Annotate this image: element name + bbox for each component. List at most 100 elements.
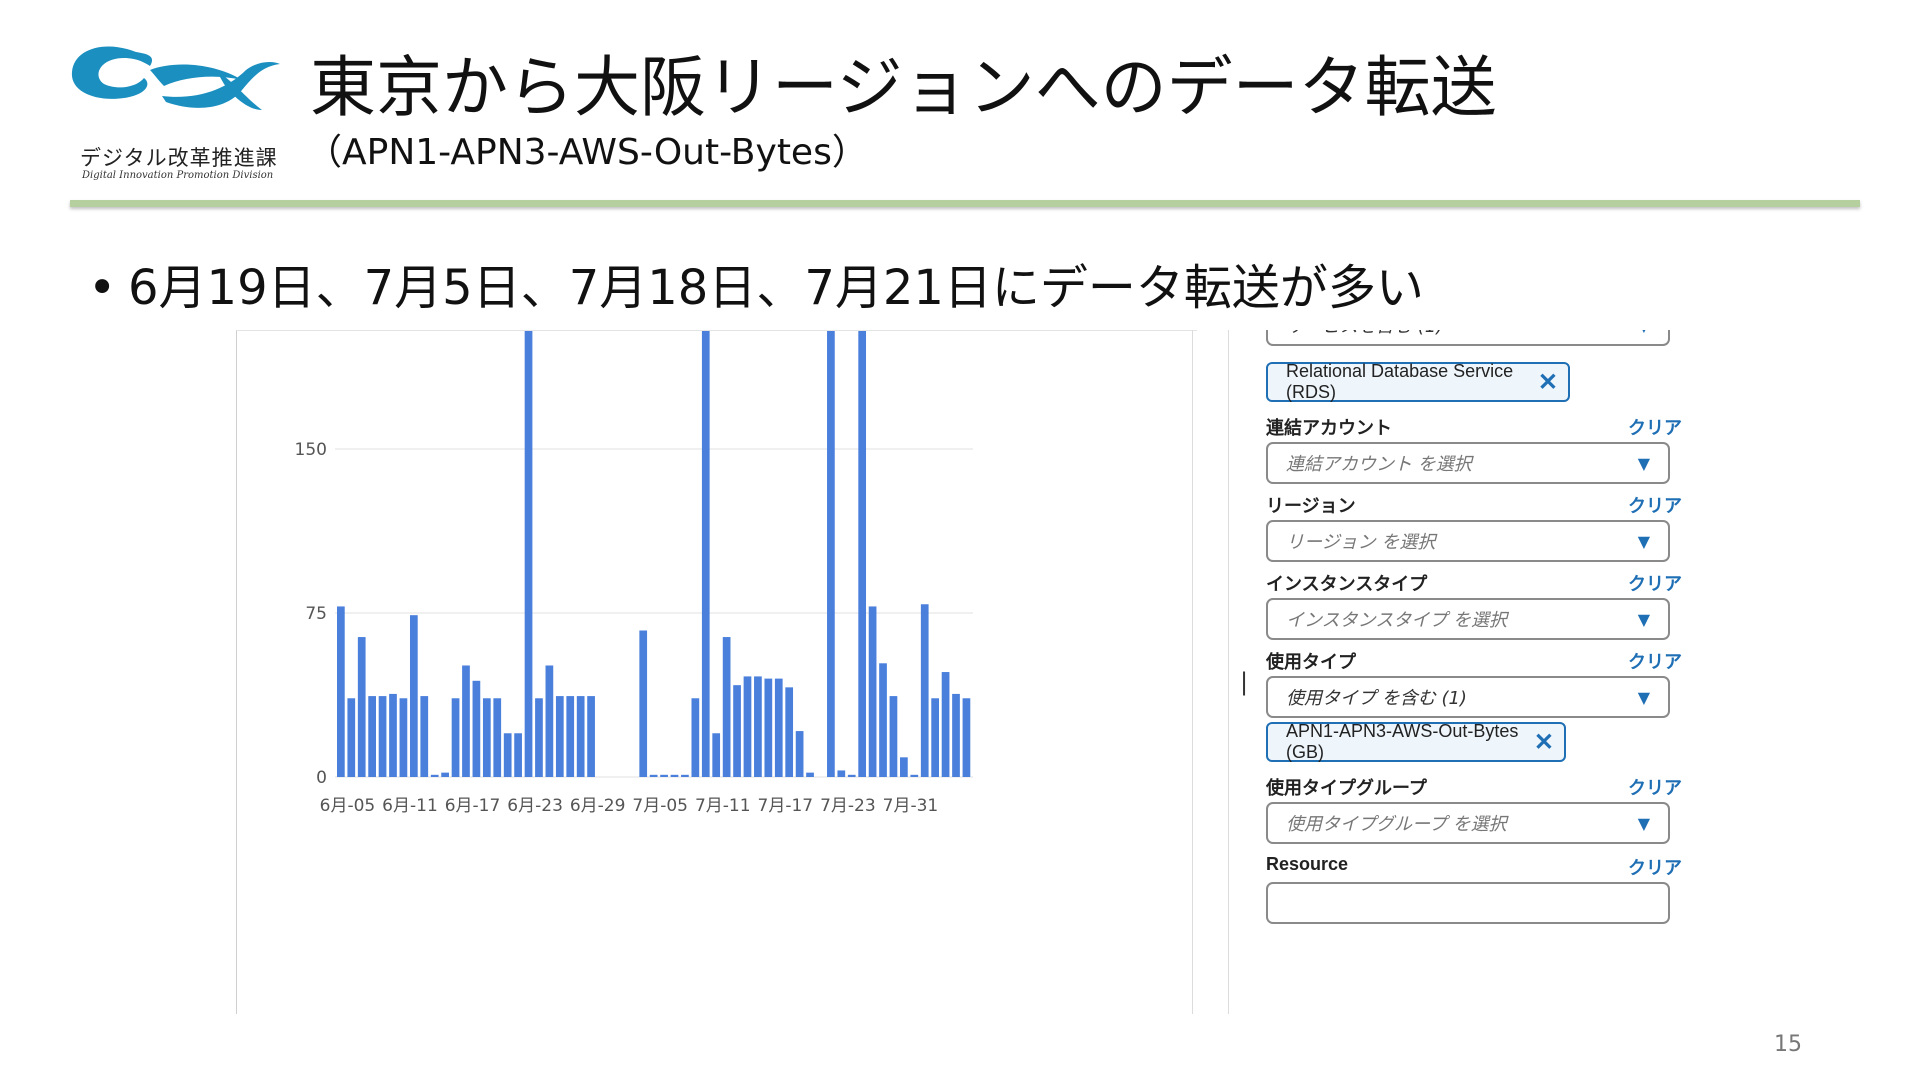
usage-type-value: 使用タイプ を含む (1): [1286, 688, 1467, 709]
bar: [681, 774, 689, 777]
x-tick-label: 6月-23: [507, 796, 563, 816]
header-divider: [70, 200, 1860, 207]
clear-instance-type-button[interactable]: クリア: [1628, 570, 1682, 596]
bar: [482, 698, 491, 777]
bar: [920, 604, 929, 777]
bar: [858, 330, 867, 777]
usage-type-group-placeholder: 使用タイプグループ を選択: [1286, 814, 1507, 835]
bar: [639, 630, 648, 777]
bar: [430, 774, 439, 777]
page-title: 東京から大阪リージョンへのデータ転送: [310, 49, 1497, 126]
bar: [566, 696, 575, 777]
instance-type-placeholder: インスタンスタイプ を選択: [1286, 610, 1508, 631]
bar: [722, 637, 731, 777]
filter-label-instance-type: インスタンスタイプ: [1266, 574, 1428, 595]
bar: [378, 696, 387, 777]
x-tick-label: 6月-05: [320, 796, 376, 816]
bar: [368, 696, 376, 777]
y-tick-label: 0: [316, 768, 327, 788]
bullet-point: • 6月19日、7月5日、7月18日、7月21日にデータ転送が多い: [88, 248, 1424, 318]
instance-type-select[interactable]: インスタンスタイプ を選択 ▼: [1266, 598, 1670, 640]
dropdown-arrow-icon: ▼: [1637, 610, 1650, 629]
dropdown-arrow-icon: ▼: [1637, 532, 1650, 551]
dropdown-arrow-icon: ▼: [1637, 814, 1650, 833]
filter-label-usage-type-group: 使用タイプグループ: [1266, 778, 1427, 799]
service-chip-label: Relational Database Service (RDS): [1286, 361, 1514, 402]
x-tick-label: 7月-05: [632, 796, 688, 816]
dropdown-arrow-icon: ▼: [1638, 330, 1650, 335]
service-select[interactable]: サービスを含む (1) ▼: [1266, 330, 1670, 346]
clear-resource-button[interactable]: クリア: [1628, 854, 1682, 880]
bar: [900, 757, 908, 777]
filter-label-resource: Resource: [1266, 854, 1349, 874]
bar: [879, 663, 887, 777]
bar: [733, 685, 741, 777]
bar: [472, 680, 481, 777]
x-tick-label: 7月-23: [820, 796, 876, 816]
bar: [555, 696, 564, 777]
x-tick-label: 7月-11: [695, 796, 751, 816]
usage-type-select[interactable]: 使用タイプ を含む (1) ▼: [1266, 676, 1670, 718]
y-tick-label: 150: [295, 440, 327, 460]
region-select[interactable]: リージョン を選択 ▼: [1266, 520, 1670, 562]
embedded-screenshot: 0751502256月-056月-116月-176月-236月-297月-057…: [236, 330, 1690, 1014]
page-subtitle: （APN1-APN3-AWS-Out-Bytes）: [306, 132, 868, 173]
usage-chip-label: APN1-APN3-AWS-Out-Bytes (GB): [1286, 721, 1519, 762]
bar: [420, 696, 429, 777]
page-number: 15: [1774, 1032, 1802, 1057]
x-tick-label: 6月-29: [570, 796, 626, 816]
bar: [827, 330, 835, 777]
bar: [451, 698, 460, 777]
service-filter-chip[interactable]: Relational Database Service (RDS) ✕: [1266, 361, 1570, 402]
bar: [847, 774, 856, 777]
logo-subtext: Digital Innovation Promotion Division: [82, 170, 274, 181]
bar: [764, 678, 773, 777]
clear-region-button[interactable]: クリア: [1628, 492, 1682, 518]
resource-select[interactable]: [1266, 882, 1670, 924]
bar: [774, 678, 783, 777]
filter-label-usage-type: 使用タイプ: [1266, 652, 1356, 673]
bar: [357, 637, 366, 777]
usage-type-filter-chip[interactable]: APN1-APN3-AWS-Out-Bytes (GB) ✕: [1266, 721, 1566, 762]
bullet-dot-icon: •: [88, 260, 117, 316]
dropdown-arrow-icon: ▼: [1637, 454, 1650, 473]
bar: [743, 676, 752, 777]
bar: [587, 696, 595, 777]
filter-label-region: リージョン: [1266, 496, 1356, 517]
panel-divider: [1228, 330, 1229, 1014]
bar: [691, 698, 700, 777]
bar: [462, 665, 470, 777]
bar: [701, 330, 710, 777]
region-placeholder: リージョン を選択: [1286, 532, 1436, 553]
bar: [545, 665, 554, 777]
bar: [931, 698, 940, 777]
bar: [649, 774, 658, 777]
bar: [795, 731, 804, 777]
bar: [347, 698, 356, 777]
bar: [889, 696, 898, 777]
bar: [535, 698, 543, 777]
bar: [389, 693, 397, 777]
bar: [337, 606, 345, 777]
bar: [941, 672, 950, 777]
text-cursor-icon: |: [1240, 668, 1249, 696]
linked-account-select[interactable]: 連結アカウント を選択 ▼: [1266, 442, 1670, 484]
bar: [524, 330, 533, 777]
clear-usage-type-group-button[interactable]: クリア: [1628, 774, 1682, 800]
bar: [576, 696, 585, 777]
x-tick-label: 7月-31: [883, 796, 939, 816]
filter-panel: サービスを含む (1) ▼ Relational Database Servic…: [1266, 330, 1690, 1014]
bar: [399, 698, 408, 777]
usage-type-group-select[interactable]: 使用タイプグループ を選択 ▼: [1266, 802, 1670, 844]
x-tick-label: 6月-11: [382, 796, 438, 816]
remove-chip-icon[interactable]: ✕: [1538, 368, 1558, 397]
remove-chip-icon[interactable]: ✕: [1534, 728, 1554, 757]
panel-divider: [1192, 330, 1193, 1014]
bullet-text: 6月19日、7月5日、7月18日、7月21日にデータ転送が多い: [128, 260, 1424, 316]
clear-linked-account-button[interactable]: クリア: [1628, 414, 1682, 440]
bar: [868, 606, 877, 777]
bar: [514, 733, 522, 777]
bar: [837, 770, 846, 777]
clear-usage-type-button[interactable]: クリア: [1628, 648, 1682, 674]
bar: [910, 774, 919, 777]
